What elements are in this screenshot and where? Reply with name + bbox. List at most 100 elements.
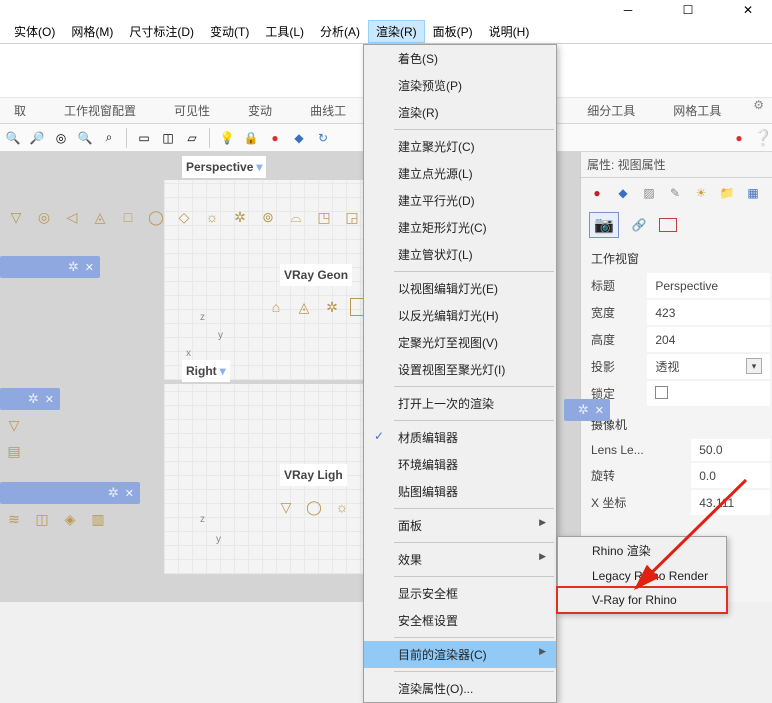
circle-light-icon[interactable]: ◯ [146,208,166,226]
chevron-down-icon[interactable]: ▾ [256,160,262,174]
render-menu-item[interactable]: 设置视图至聚光灯(I) [364,356,556,383]
sun2-icon[interactable]: ☀ [691,184,711,202]
tool-plane-icon[interactable]: ▱ [183,129,201,147]
render-menu-item[interactable]: 建立管状灯(L) [364,241,556,268]
render-menu-item[interactable]: 建立聚光灯(C) [364,133,556,160]
render-menu-item[interactable]: 定聚光灯至视图(V) [364,329,556,356]
vlight3-icon[interactable]: ☼ [332,498,352,516]
tool-refresh-icon[interactable]: ↻ [314,129,332,147]
tab-transform[interactable]: 变动 [238,98,282,123]
vlight1-icon[interactable]: ▽ [276,498,296,516]
render-menu-item[interactable]: 安全框设置 [364,607,556,634]
tool-bulb-icon[interactable]: 💡 [218,129,236,147]
tab-visibility[interactable]: 可见性 [164,98,220,123]
tool-sphere-red-icon[interactable]: ● [266,129,284,147]
menu-render[interactable]: 渲染(R) [368,20,425,43]
diamond-icon[interactable]: ◇ [174,208,194,226]
tool-zoom-extents-icon[interactable]: 🔎 [28,129,46,147]
close-icon[interactable]: ✕ [595,404,604,417]
diamond2-icon[interactable]: ◈ [60,510,80,528]
close-button[interactable]: ✕ [732,0,764,20]
tool-help-icon[interactable]: ❔ [754,129,772,147]
close-icon[interactable]: ✕ [85,261,94,274]
texture-icon[interactable]: ▨ [639,184,659,202]
tool-red-dot-icon[interactable]: ● [730,129,748,147]
render-menu-item[interactable]: 建立平行光(D) [364,187,556,214]
menu-transform[interactable]: 变动(T) [202,20,257,43]
tab-curve-tools[interactable]: 曲线工 [300,98,356,123]
menu-analyze[interactable]: 分析(A) [312,20,368,43]
point-light-icon[interactable]: ◎ [34,208,54,226]
menu-dimension[interactable]: 尺寸标注(D) [121,20,202,43]
folder-icon[interactable]: 📁 [717,184,737,202]
render-menu-item[interactable]: 渲染(R) [364,99,556,126]
render-menu-item[interactable]: 以视图编辑灯光(E) [364,275,556,302]
menu-tools[interactable]: 工具(L) [257,20,312,43]
renderer-rhino[interactable]: Rhino 渲染 [558,537,726,564]
render-menu-item[interactable]: 效果▶ [364,546,556,573]
render-menu-item[interactable]: 渲染属性(O)... [364,675,556,702]
spot-icon[interactable]: ▽ [4,416,24,434]
panel-pill-1[interactable]: ✲ ✕ [0,256,100,278]
panel-pill-3[interactable]: ✲ ✕ [0,482,140,504]
waves-icon[interactable]: ≋ [4,510,24,528]
cone-icon[interactable]: ◁ [62,208,82,226]
render-menu-item[interactable]: 贴图编辑器 [364,478,556,505]
menu-help[interactable]: 说明(H) [481,20,538,43]
menu-solid[interactable]: 实体(O) [6,20,63,43]
projection-dropdown-icon[interactable]: ▾ [746,358,762,374]
close-icon[interactable]: ✕ [125,487,134,500]
tabs-gear-icon[interactable]: ⚙ [753,98,764,123]
camera-button[interactable]: 📷 [589,212,619,238]
maximize-button[interactable]: ☐ [672,0,704,20]
viewport-right-title[interactable]: Right ▾ [182,360,230,382]
render-menu-item[interactable]: 环境编辑器 [364,451,556,478]
tool-zoom-out-icon[interactable]: 🔍 [76,129,94,147]
tool-layers-icon[interactable]: ◆ [290,129,308,147]
render-menu-item[interactable]: 面板▶ [364,512,556,539]
render-menu-item[interactable]: 材质编辑器✓ [364,424,556,451]
page-icon[interactable]: ▤ [4,442,24,460]
grid2-icon[interactable]: ▦ [743,184,763,202]
menu-mesh[interactable]: 网格(M) [63,20,121,43]
chevron-down-icon[interactable]: ▾ [220,364,226,378]
tool-cylinder-icon[interactable]: ◫ [159,129,177,147]
renderer-vray[interactable]: V-Ray for Rhino [558,588,726,612]
material-icon[interactable]: ● [587,184,607,202]
dome-icon[interactable]: ⌓ [286,208,306,226]
lock-checkbox[interactable] [655,386,668,399]
close-icon[interactable]: ✕ [45,393,54,406]
rect-icon[interactable] [659,218,677,232]
tab-subd-tools[interactable]: 细分工具 [577,98,645,123]
area-light-icon[interactable]: ◬ [90,208,110,226]
tab-viewport-layout[interactable]: 工作视窗配置 [54,98,146,123]
render-menu-item[interactable]: 渲染预览(P) [364,72,556,99]
render-menu-item[interactable]: 显示安全框 [364,580,556,607]
render-menu-item[interactable]: 着色(S) [364,45,556,72]
tab-extract[interactable]: 取 [4,98,36,123]
scatter-icon[interactable]: ✲ [322,298,342,316]
ring-icon[interactable]: ⊚ [258,208,278,226]
tool-zoom-icon[interactable]: 🔍 [4,129,22,147]
grid-icon[interactable]: ▥ [88,510,108,528]
spotlight-icon[interactable]: ▽ [6,208,26,226]
tab-mesh-tools[interactable]: 网格工具 [663,98,731,123]
panel-pill-2[interactable]: ✲ ✕ [0,388,60,410]
render-menu-item[interactable]: 目前的渲染器(C)▶ [364,641,556,668]
layers-icon[interactable]: ◆ [613,184,633,202]
panel-pill-4[interactable]: ✲ ✕ [564,399,610,421]
vlight2-icon[interactable]: ◯ [304,498,324,516]
chain-icon[interactable]: 🔗 [629,216,649,234]
cube1-icon[interactable]: ◳ [314,208,334,226]
rect-light-icon[interactable]: □ [118,208,138,226]
cube2-icon[interactable]: ◲ [342,208,362,226]
render-menu-item[interactable]: 以反光编辑灯光(H) [364,302,556,329]
fur-icon[interactable]: ◬ [294,298,314,316]
tool-zoom-window-icon[interactable]: ⌕ [100,129,118,147]
wand-icon[interactable]: ✎ [665,184,685,202]
menu-panels[interactable]: 面板(P) [425,20,481,43]
tool-lock-icon[interactable]: 🔒 [242,129,260,147]
renderer-legacy[interactable]: Legacy Rhino Render [558,564,726,588]
render-menu-item[interactable]: 建立矩形灯光(C) [364,214,556,241]
sun-icon[interactable]: ☼ [202,208,222,226]
